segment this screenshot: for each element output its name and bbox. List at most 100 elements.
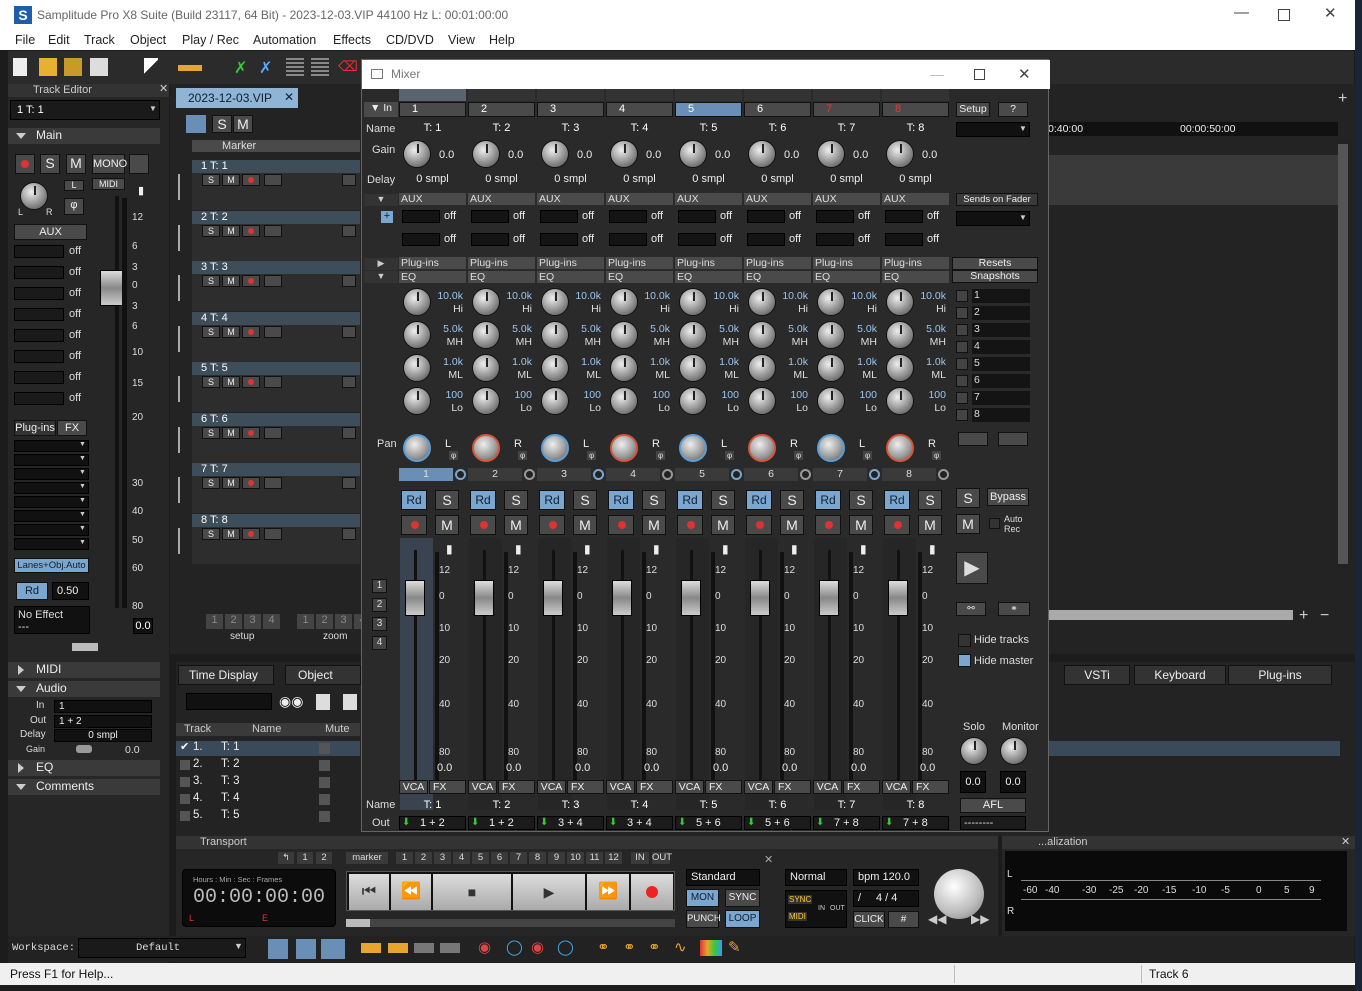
gain-value[interactable]: 0.0 [508,149,523,161]
rd-button[interactable]: Rd [16,582,48,600]
minimize-icon[interactable]: — [1234,4,1249,21]
link-toggle-icon[interactable] [524,469,535,480]
eq-header[interactable]: EQ [468,271,535,283]
marker-num-button[interactable]: 9 [548,852,565,864]
read-automation-button[interactable]: Rd [746,490,772,510]
snapshot-save-icon[interactable] [998,432,1028,446]
aux-send-row[interactable]: off [14,328,94,344]
document-edit-icon[interactable] [343,694,357,710]
mute-button[interactable]: M [66,154,86,174]
eq-mh-freq[interactable]: 5.0k [504,323,532,335]
channel-fader[interactable] [543,580,563,616]
eq-header[interactable]: EQ [813,271,880,283]
delay-value[interactable]: 0 smpl [813,173,880,185]
aux-send-row[interactable]: off [14,265,94,281]
vca-group-button[interactable]: 3 [372,617,387,631]
marker-button[interactable]: marker [346,852,388,864]
eq-hi-freq[interactable]: 10.0k [435,290,463,302]
menu-edit[interactable]: Edit [48,33,70,47]
tab-time-display[interactable]: Time Display [178,665,274,685]
channel-number[interactable]: 3 [537,468,591,481]
add-aux-icon[interactable]: + [381,211,393,223]
eq-ml-freq[interactable]: 1.0k [780,356,808,368]
eq-mh-knob[interactable] [679,321,707,349]
project-track[interactable]: 7 T: 7SM [192,463,360,513]
track-solo-button[interactable]: S [202,527,220,540]
plugin-slot[interactable]: ▼ [14,524,89,536]
eq-hi-knob[interactable] [472,288,500,316]
close-icon[interactable]: ✕ [1324,4,1337,22]
rewind-icon[interactable]: ⏪ [391,874,431,910]
link-toggle-icon[interactable] [938,469,949,480]
track-mute-button[interactable]: M [222,224,240,237]
channel-input-select[interactable]: 7 [813,102,880,117]
marker-num-button[interactable]: 11 [586,852,603,864]
gain-knob[interactable] [541,140,569,168]
output-select[interactable]: ⬇ 5 + 6 [675,816,742,830]
row-mute-checkbox[interactable] [319,777,330,788]
eq-hi-freq[interactable]: 10.0k [504,290,532,302]
lock-icon[interactable] [342,376,356,388]
project-track[interactable]: 6 T: 6SM [192,412,360,463]
snapshot-row[interactable]: 5 [956,357,1032,371]
aux-collapse-icon[interactable]: ▼ [364,194,398,206]
eq-lo-knob[interactable] [886,387,914,415]
project-track[interactable]: 2 T: 2SM [192,210,360,261]
snapshot-row[interactable]: 4 [956,340,1032,354]
automation-icon[interactable] [178,426,188,453]
eq-ml-knob[interactable] [472,354,500,382]
col-track[interactable]: Track [184,723,211,735]
record-arm-button[interactable] [884,515,910,535]
channel-color-bar[interactable] [399,89,466,101]
zoom-out-icon[interactable]: − [1320,607,1329,625]
solo-value[interactable]: 0.0 [960,771,986,793]
lock-icon[interactable] [342,527,356,540]
track-mute-button[interactable]: M [222,325,240,338]
track-record-button[interactable] [242,325,260,338]
solo-all-button[interactable]: S [212,115,232,133]
aux-send-slider[interactable] [747,210,785,223]
no-effect-box[interactable]: No Effect --- [14,606,90,634]
eq-ml-knob[interactable] [748,354,776,382]
aux-send-slider[interactable] [402,210,440,223]
comments-section[interactable]: Comments [8,779,160,795]
channel-number[interactable]: 5 [675,468,729,481]
track-mute-button[interactable]: M [222,426,240,439]
automation-icon[interactable] [178,477,188,503]
plugin-slot[interactable]: ▼ [14,482,89,494]
eraser-icon[interactable]: ⌫ [338,58,358,76]
pan-knob[interactable] [679,434,707,462]
fx-select[interactable]: FX [498,780,535,794]
speaker-icon[interactable]: ▮ [446,542,453,556]
delay-value[interactable]: 0 smpl [537,173,604,185]
lock-icon[interactable] [342,477,356,489]
marker-track[interactable]: Marker [192,140,360,152]
marker-num-button[interactable]: 7 [510,852,527,864]
project-track-name[interactable]: 1 T: 1 [192,160,360,173]
mixer-close-icon[interactable]: ✕ [1018,65,1031,83]
automation-icon[interactable] [178,527,188,554]
phase-icon[interactable]: φ [64,198,84,215]
channel-input-select[interactable]: 4 [606,102,673,117]
aux-send-slider[interactable] [678,210,716,223]
eq-mh-freq[interactable]: 5.0k [642,323,670,335]
gain-knob[interactable] [817,140,845,168]
row-mute-checkbox[interactable] [319,794,330,805]
pan-balance-slider[interactable] [72,643,98,651]
channel-fader[interactable] [888,580,908,616]
out-select[interactable]: 1 + 2 [54,715,152,728]
aux-send-row[interactable]: off [14,244,94,260]
back-icon[interactable]: ↰ [278,852,294,864]
jog-rewind-icon[interactable]: ◀◀ [928,912,946,926]
gain-value[interactable]: 0.0 [784,149,799,161]
col-name[interactable]: Name [252,723,281,735]
output-select[interactable]: ⬇ 1 + 2 [468,816,535,830]
fader-value[interactable]: 0.0 [851,762,866,774]
snapshot-row[interactable]: 3 [956,323,1032,337]
solo-button[interactable]: S [642,490,666,510]
track-record-button[interactable] [242,527,260,540]
plugin-slot[interactable]: ▼ [14,440,89,452]
time-display[interactable]: Hours : Min : Sec : Frames 00:00:00:00 L… [182,869,336,927]
aux-send-bar[interactable] [14,329,64,342]
read-automation-button[interactable]: Rd [401,490,427,510]
